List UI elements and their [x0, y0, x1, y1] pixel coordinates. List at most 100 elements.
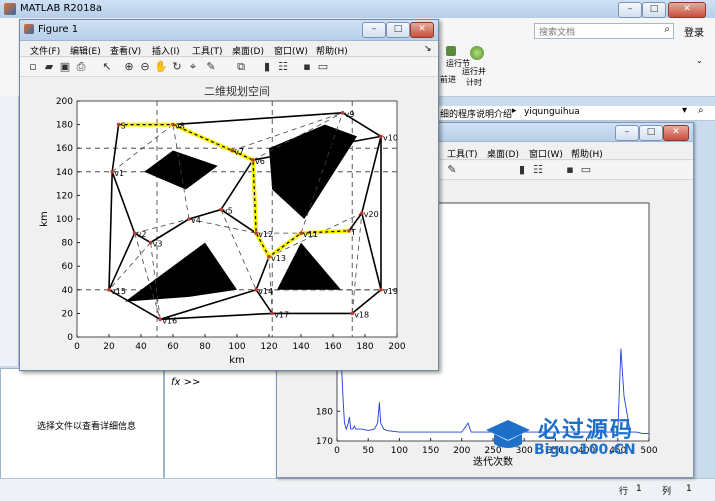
node-label: S [121, 122, 126, 131]
node-label: v8 [175, 122, 185, 131]
node-label: v4 [191, 216, 201, 225]
x-tick-label: 0 [74, 342, 80, 352]
matlab-logo-icon [4, 3, 16, 15]
print-icon[interactable]: ⎙ [74, 60, 88, 74]
matlab-close-button[interactable]: ✕ [668, 2, 706, 18]
planning-space-chart: 二维规划空间 0 20 40 60 80 100 120 140 160 180 200 0 20 40 60… [39, 84, 406, 366]
y-tick-label: 100 [56, 215, 73, 225]
x-tick-label: 60 [167, 342, 179, 352]
y-tick-label: 20 [62, 309, 74, 319]
login-link[interactable]: 登录 [684, 24, 704, 39]
figure2-brush-icon[interactable]: ✎ [445, 163, 459, 177]
figure1-menu-insert[interactable]: 插入(I) [152, 44, 180, 57]
figure2-menu-desktop[interactable]: 桌面(D) [487, 147, 519, 160]
figure2-show-tools-icon[interactable]: ▭ [579, 163, 593, 177]
x-tick-label: 120 [260, 342, 277, 352]
save-icon[interactable]: ▣ [58, 60, 72, 74]
node-label: v9 [345, 110, 355, 119]
search-box[interactable]: 搜索文档 ⌕ [534, 23, 674, 39]
path-separator: ▸ [512, 106, 517, 116]
node-label: v17 [274, 310, 289, 319]
figure1-menu-edit[interactable]: 编辑(E) [70, 44, 101, 57]
figure2-hide-tools-icon[interactable]: ▪ [563, 163, 577, 177]
node-label: v10 [383, 133, 398, 142]
watermark-cap-icon [486, 418, 530, 452]
x-tick-label: 160 [324, 342, 341, 352]
ribbon-run-time-label[interactable]: 运行并 计时 [462, 66, 486, 88]
figure2-close-button[interactable]: ✕ [663, 125, 689, 141]
x-tick-label: 40 [135, 342, 147, 352]
status-bar: 行 1 列 1 [0, 478, 715, 501]
path-text[interactable]: 细的程序说明介绍 [440, 107, 512, 120]
ribbon-run-time-icon[interactable] [470, 46, 484, 60]
node-label: v14 [258, 287, 273, 296]
figure2-maximize-button[interactable]: □ [639, 125, 663, 141]
command-prompt[interactable]: fx >> [171, 377, 200, 388]
legend-icon[interactable]: ☷ [276, 60, 290, 74]
figure2-menu-help[interactable]: 帮助(H) [571, 147, 603, 160]
brush-icon[interactable]: ✎ [204, 60, 218, 74]
x-tick-label: 200 [453, 446, 470, 456]
figure2-legend-icon[interactable]: ☷ [531, 163, 545, 177]
figure1-minimize-button[interactable]: – [362, 22, 386, 38]
figure1-menu-view[interactable]: 查看(V) [110, 44, 141, 57]
y-tick-label: 180 [56, 121, 73, 131]
new-figure-icon[interactable]: ▫ [26, 60, 40, 74]
x-tick-label: 180 [356, 342, 373, 352]
path-dropdown-icon[interactable]: ▾ [682, 105, 687, 116]
node-label: v18 [354, 310, 369, 319]
figure1-close-button[interactable]: ✕ [410, 22, 434, 38]
rotate-icon[interactable]: ↻ [170, 60, 184, 74]
command-window[interactable]: fx >> [164, 368, 278, 480]
figure1-toolbar: ▫ ▰ ▣ ⎙ ↖ ⊕ ⊖ ✋ ↻ ⌖ ✎ ⧉ ▮ ☷ ▪ ▭ [20, 58, 438, 77]
ribbon-collapse-icon[interactable]: ⌄ [696, 56, 703, 65]
zoom-out-icon[interactable]: ⊖ [138, 60, 152, 74]
y-tick-label: 170 [316, 437, 333, 447]
matlab-minimize-button[interactable]: – [618, 2, 642, 18]
search-icon[interactable]: ⌕ [664, 24, 670, 35]
matlab-maximize-button[interactable]: □ [642, 2, 666, 18]
node-label: T [350, 228, 356, 237]
figure2-colorbar-icon[interactable]: ▮ [515, 163, 529, 177]
y-tick-label: 200 [56, 97, 73, 107]
y-tick-label: 60 [62, 262, 74, 272]
figure1-menu-tools[interactable]: 工具(T) [192, 44, 223, 57]
hide-tools-icon[interactable]: ▪ [300, 60, 314, 74]
x-tick-label: 0 [334, 446, 340, 456]
figure1-menu-file[interactable]: 文件(F) [30, 44, 60, 57]
x-tick-label: 140 [292, 342, 309, 352]
figure1-menu-help[interactable]: 帮助(H) [316, 44, 348, 57]
show-tools-icon[interactable]: ▭ [316, 60, 330, 74]
figure1-window: Figure 1 – □ ✕ 文件(F) 编辑(E) 查看(V) 插入(I) 工… [19, 19, 439, 371]
path-search-icon[interactable]: ⌕ [698, 105, 704, 116]
x-tick-label: 50 [362, 446, 374, 456]
figure1-menubar: 文件(F) 编辑(E) 查看(V) 插入(I) 工具(T) 桌面(D) 窗口(W… [20, 42, 438, 57]
path-folder[interactable]: yiqunguihua [524, 107, 580, 117]
node-label: v1 [114, 169, 124, 178]
figure1-menu-desktop[interactable]: 桌面(D) [232, 44, 264, 57]
figure1-maximize-button[interactable]: □ [386, 22, 410, 38]
search-input[interactable]: 搜索文档 [539, 25, 575, 38]
node-label: v3 [153, 240, 163, 249]
figure2-menu-window[interactable]: 窗口(W) [529, 147, 563, 160]
ribbon-advance-label[interactable]: 前进 [440, 74, 456, 85]
figure2-minimize-button[interactable]: – [615, 125, 639, 141]
link-plot-icon[interactable]: ⧉ [234, 60, 248, 74]
figure1-title: Figure 1 [38, 24, 79, 35]
y-tick-label: 160 [56, 144, 73, 154]
zoom-in-icon[interactable]: ⊕ [122, 60, 136, 74]
node-label: v6 [255, 157, 265, 166]
left-strip [0, 96, 19, 366]
pan-icon[interactable]: ✋ [154, 60, 168, 74]
figure1-menu-window[interactable]: 窗口(W) [274, 44, 308, 57]
node-label: v7 [234, 148, 244, 157]
figure2-menu-tools[interactable]: 工具(T) [447, 147, 478, 160]
pointer-icon[interactable]: ↖ [100, 60, 114, 74]
open-file-icon[interactable]: ▰ [42, 60, 56, 74]
data-cursor-icon[interactable]: ⌖ [186, 60, 200, 74]
colorbar-icon[interactable]: ▮ [260, 60, 274, 74]
node-label: v2 [137, 230, 147, 239]
ribbon-run-section-icon[interactable] [446, 46, 456, 56]
x-tick-label: 100 [391, 446, 408, 456]
figure1-menu-dock-icon[interactable]: ↘ [424, 44, 432, 54]
